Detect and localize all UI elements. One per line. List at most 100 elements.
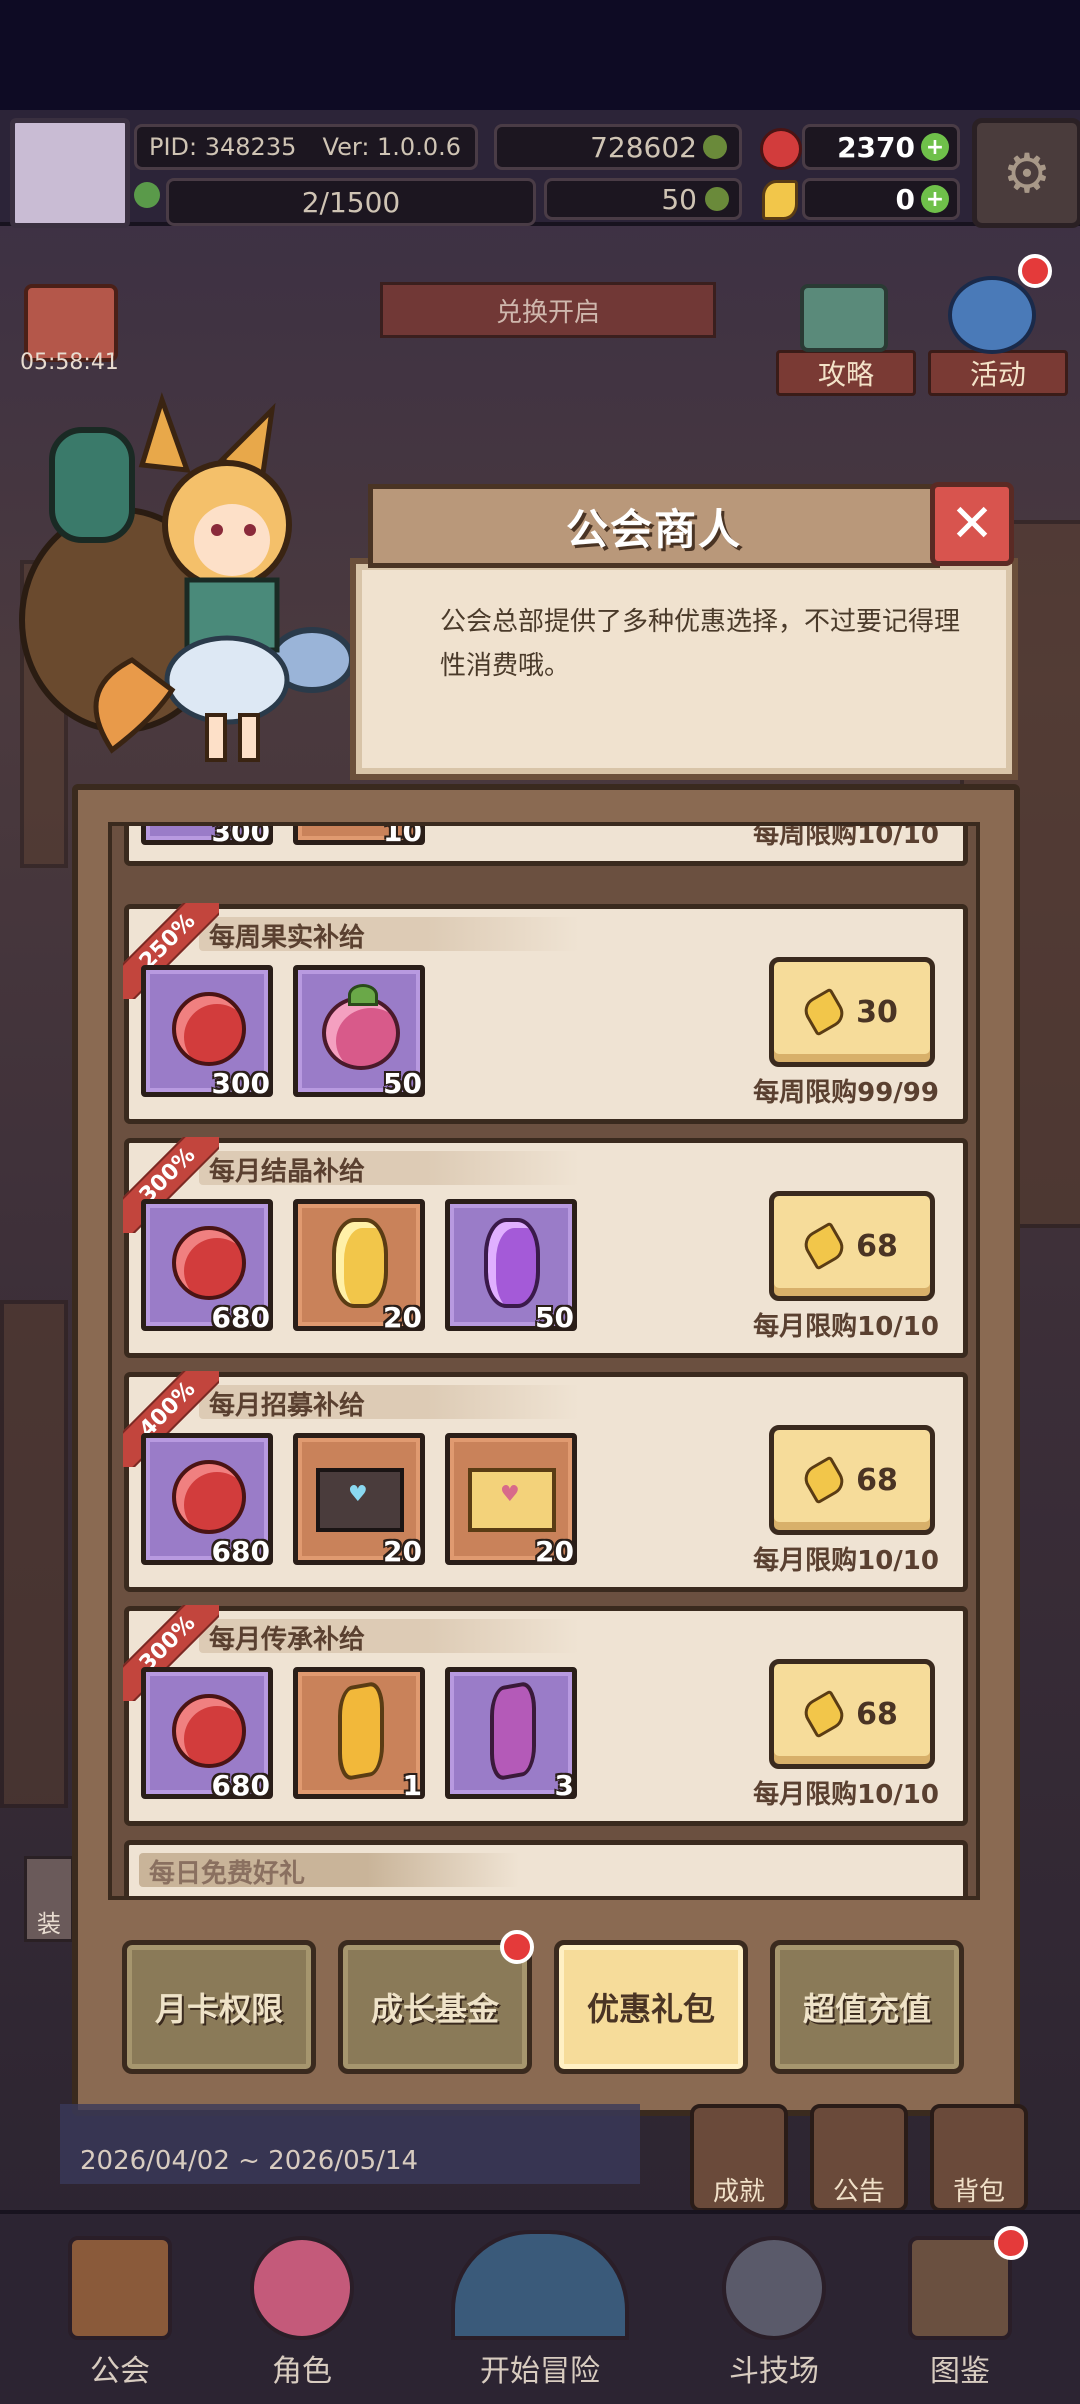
item-qty: 50: [535, 1301, 574, 1334]
clover-value: 50: [661, 182, 697, 216]
item-slot: 10: [293, 822, 425, 848]
item-qty: 20: [383, 1535, 422, 1568]
activity-button[interactable]: 活动: [928, 350, 1068, 396]
item-qty: 300: [211, 822, 270, 848]
achievement-button[interactable]: 成就: [690, 2104, 788, 2212]
tab-discount-pack[interactable]: 优惠礼包: [554, 1940, 748, 2074]
item-slot-violet-crystal[interactable]: 3: [445, 1667, 577, 1802]
dark-letter-icon: [316, 1468, 404, 1532]
item-slot-fruit[interactable]: 50: [293, 965, 425, 1100]
notice-label: 公告: [832, 2177, 885, 2207]
item-qty: 20: [535, 1535, 574, 1568]
offer-card-daily-free: 每日免费好礼: [124, 1840, 968, 1896]
item-slot-red-gem[interactable]: 680: [141, 1199, 273, 1334]
item-slot-light-letter[interactable]: 20: [445, 1433, 577, 1568]
close-icon: ✕: [950, 494, 994, 554]
red-gem-icon: [172, 1226, 246, 1300]
item-slot-gold-gem[interactable]: 20: [293, 1199, 425, 1334]
ticket-icon: [762, 180, 798, 220]
purchase-limit: 每周限购99/99: [753, 1078, 939, 1108]
coin-icon: [703, 135, 727, 159]
nav-arena[interactable]: 斗技场: [694, 2230, 854, 2390]
buy-button[interactable]: 68: [769, 1191, 935, 1301]
red-gem-icon: [172, 1460, 246, 1534]
offer-card-partial: 300 10 每周限购10/10: [124, 822, 968, 866]
offer-list[interactable]: 300 10 每周限购10/10 每周果实补给 250% 300 50 30 每…: [108, 822, 980, 1900]
item-slot-dark-letter[interactable]: 20: [293, 1433, 425, 1568]
nav-guild[interactable]: 公会: [40, 2230, 200, 2390]
nav-label: 开始冒险: [480, 2354, 600, 2389]
violet-gem-icon: [484, 1218, 540, 1308]
item-slot-gold-crystal[interactable]: 1: [293, 1667, 425, 1802]
strategy-button[interactable]: 攻略: [776, 350, 916, 396]
stamina-bar: 2/1500: [166, 178, 536, 226]
nav-start-adventure[interactable]: 开始冒险: [420, 2230, 660, 2390]
ticket-counter: 0 +: [802, 178, 960, 220]
dialog-text: 公会总部提供了多种优惠选择，不过要记得理性消费哦。: [440, 607, 961, 681]
ticket-value: 0: [895, 182, 915, 216]
tab-monthly-card[interactable]: 月卡权限: [122, 1940, 316, 2074]
add-ticket-button[interactable]: +: [921, 185, 949, 213]
offer-card-weekly-fruit: 每周果实补给 250% 300 50 30 每周限购99/99: [123, 903, 968, 1124]
ticket-icon: [799, 1455, 849, 1505]
item-qty: 680: [211, 1535, 270, 1568]
violet-crystal-icon: [490, 1679, 536, 1783]
item-slot-violet-gem[interactable]: 50: [445, 1199, 577, 1334]
coin-counter: 728602: [494, 124, 742, 170]
player-info: PID: 348235 Ver: 1.0.0.6: [134, 124, 478, 170]
add-gem-button[interactable]: +: [921, 133, 949, 161]
codex-badge: [994, 2226, 1028, 2260]
gem-icon: [760, 128, 802, 170]
price: 68: [856, 1228, 898, 1264]
bag-button[interactable]: 背包: [930, 2104, 1028, 2212]
nav-label: 图鉴: [930, 2354, 990, 2389]
purchase-limit: 每月限购10/10: [753, 1546, 939, 1576]
gear-icon: ⚙: [1002, 141, 1052, 205]
purchase-limit: 每月限购10/10: [753, 1780, 939, 1810]
exchange-banner[interactable]: 兑换开启: [380, 282, 716, 338]
pid-text: PID: 348235: [149, 133, 297, 161]
gem-counter: 2370 +: [802, 124, 960, 170]
item-qty: 680: [211, 1769, 270, 1802]
shelf-decor: [0, 1300, 68, 1808]
notice-button[interactable]: 公告: [810, 2104, 908, 2212]
buy-button[interactable]: 68: [769, 1659, 935, 1769]
item-qty: 50: [383, 1067, 422, 1100]
settings-button[interactable]: ⚙: [972, 118, 1080, 228]
item-qty: 10: [383, 822, 422, 848]
gold-crystal-icon: [338, 1679, 384, 1783]
close-button[interactable]: ✕: [930, 482, 1014, 566]
ticket-icon: [799, 987, 849, 1037]
tab-growth-fund[interactable]: 成长基金: [338, 1940, 532, 2074]
activity-badge: [1018, 254, 1052, 288]
item-slot: 300: [141, 822, 273, 848]
nav-label: 角色: [272, 2354, 332, 2389]
item-slot-red-gem[interactable]: 680: [141, 1433, 273, 1568]
gold-gem-icon: [332, 1218, 388, 1308]
equip-side-button[interactable]: 装: [24, 1856, 74, 1942]
guild-icon: [68, 2236, 172, 2340]
nav-character[interactable]: 角色: [222, 2230, 382, 2390]
item-qty: 300: [211, 1067, 270, 1100]
item-qty: 1: [402, 1769, 422, 1802]
offer-title: 每周果实补给: [209, 923, 366, 953]
purchase-limit: 每月限购10/10: [753, 1312, 939, 1342]
player-avatar[interactable]: [10, 118, 130, 228]
offer-title: 每月招募补给: [209, 1391, 366, 1421]
price: 30: [856, 994, 898, 1030]
item-slot-red-gem[interactable]: 300: [141, 965, 273, 1100]
fruit-icon: [322, 984, 400, 1070]
version-text: Ver: 1.0.0.6: [322, 133, 461, 161]
buy-button[interactable]: 30: [769, 957, 935, 1067]
offer-card-monthly-legacy: 每月传承补给 300% 680 1 3 68 每月限购10/10: [123, 1605, 968, 1826]
item-slot-red-gem[interactable]: 680: [141, 1667, 273, 1802]
event-timer: 05:58:41: [20, 350, 119, 375]
buy-button[interactable]: 68: [769, 1425, 935, 1535]
red-gem-icon: [172, 992, 246, 1066]
magnifier-icon: [451, 2230, 629, 2340]
tab-value-topup[interactable]: 超值充值: [770, 1940, 964, 2074]
clover-small-icon: [705, 187, 729, 211]
dialog-title-bar: 公会商人: [368, 484, 940, 568]
ticket-icon: [799, 1221, 849, 1271]
clover-counter: 50: [544, 178, 742, 220]
